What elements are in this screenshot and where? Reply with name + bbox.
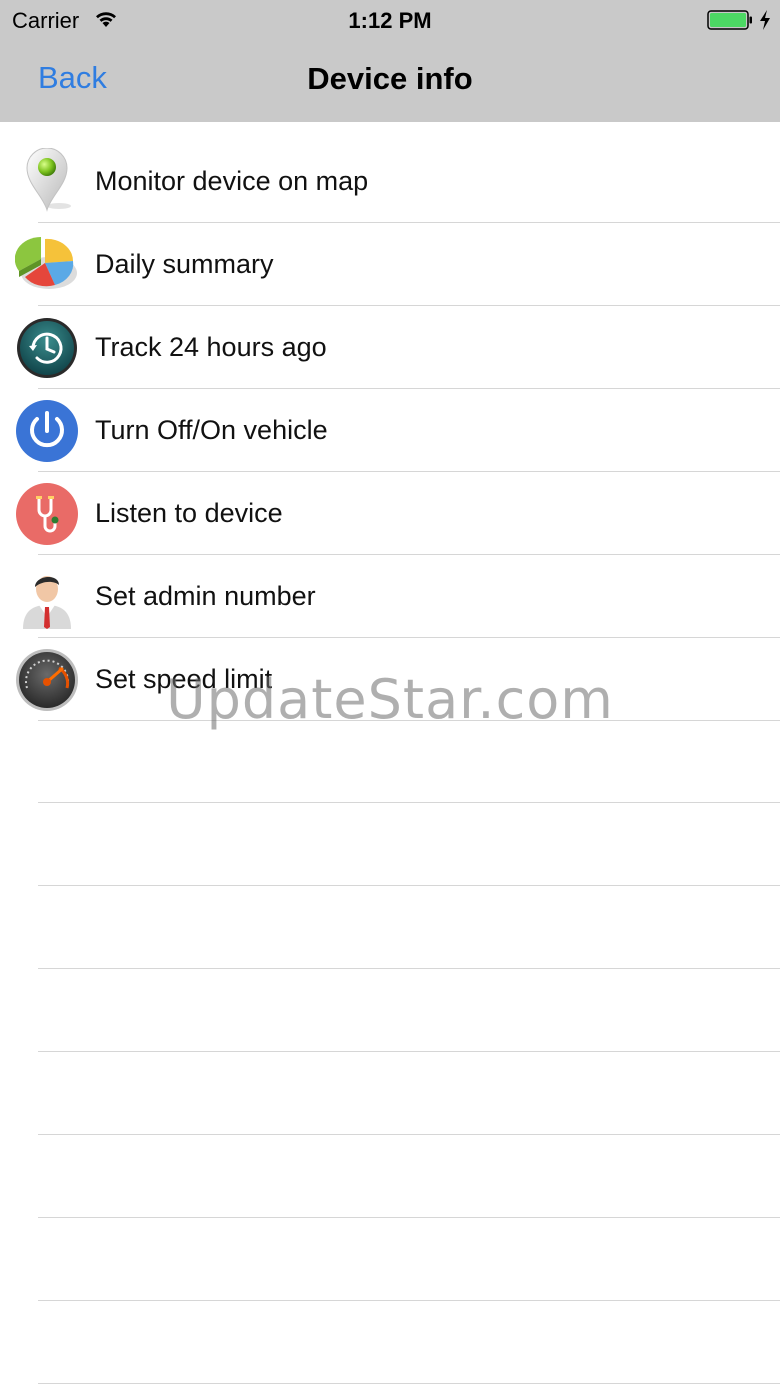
row-separator [38,720,780,721]
empty-row-separator [38,802,780,803]
map-pin-icon [26,148,71,212]
power-icon [16,400,78,462]
charging-bolt-icon [760,10,770,30]
back-button[interactable]: Back [38,60,107,96]
empty-row-separator [38,1051,780,1052]
menu-item-track-24h[interactable]: Track 24 hours ago [0,306,780,389]
menu-item-daily-summary[interactable]: Daily summary [0,223,780,306]
empty-row-separator [38,968,780,969]
menu-item-monitor-map[interactable]: Monitor device on map [0,140,780,223]
stethoscope-icon [16,483,78,545]
empty-row-separator [38,1217,780,1218]
menu-item-label: Set speed limit [95,664,273,694]
speedometer-icon [16,649,78,711]
menu-item-power-vehicle[interactable]: Turn Off/On vehicle [0,389,780,472]
status-bar: Carrier 1:12 PM [0,0,780,40]
history-clock-icon [17,318,77,378]
empty-row-separator [38,1383,780,1384]
menu-item-label: Turn Off/On vehicle [95,415,328,445]
admin-user-icon [23,576,71,629]
page-title: Device info [307,61,473,96]
menu-item-label: Monitor device on map [95,166,369,196]
menu-item-label: Set admin number [95,581,316,611]
pie-chart-icon [15,236,77,289]
menu-item-label: Track 24 hours ago [95,332,327,362]
menu-item-label: Listen to device [95,498,283,528]
empty-row-separator [38,1134,780,1135]
navigation-header: Carrier 1:12 PM Back Device info [0,0,780,122]
menu-item-admin-number[interactable]: Set admin number [0,555,780,638]
menu-item-label: Daily summary [95,249,274,279]
empty-row-separator [38,885,780,886]
device-menu-list: Monitor device on map Daily summary Trac… [0,140,780,721]
menu-item-listen-device[interactable]: Listen to device [0,472,780,555]
empty-row-separator [38,1300,780,1301]
status-time: 1:12 PM [348,8,432,33]
battery-charging-icon [707,10,752,30]
menu-item-speed-limit[interactable]: Set speed limit [0,638,780,721]
